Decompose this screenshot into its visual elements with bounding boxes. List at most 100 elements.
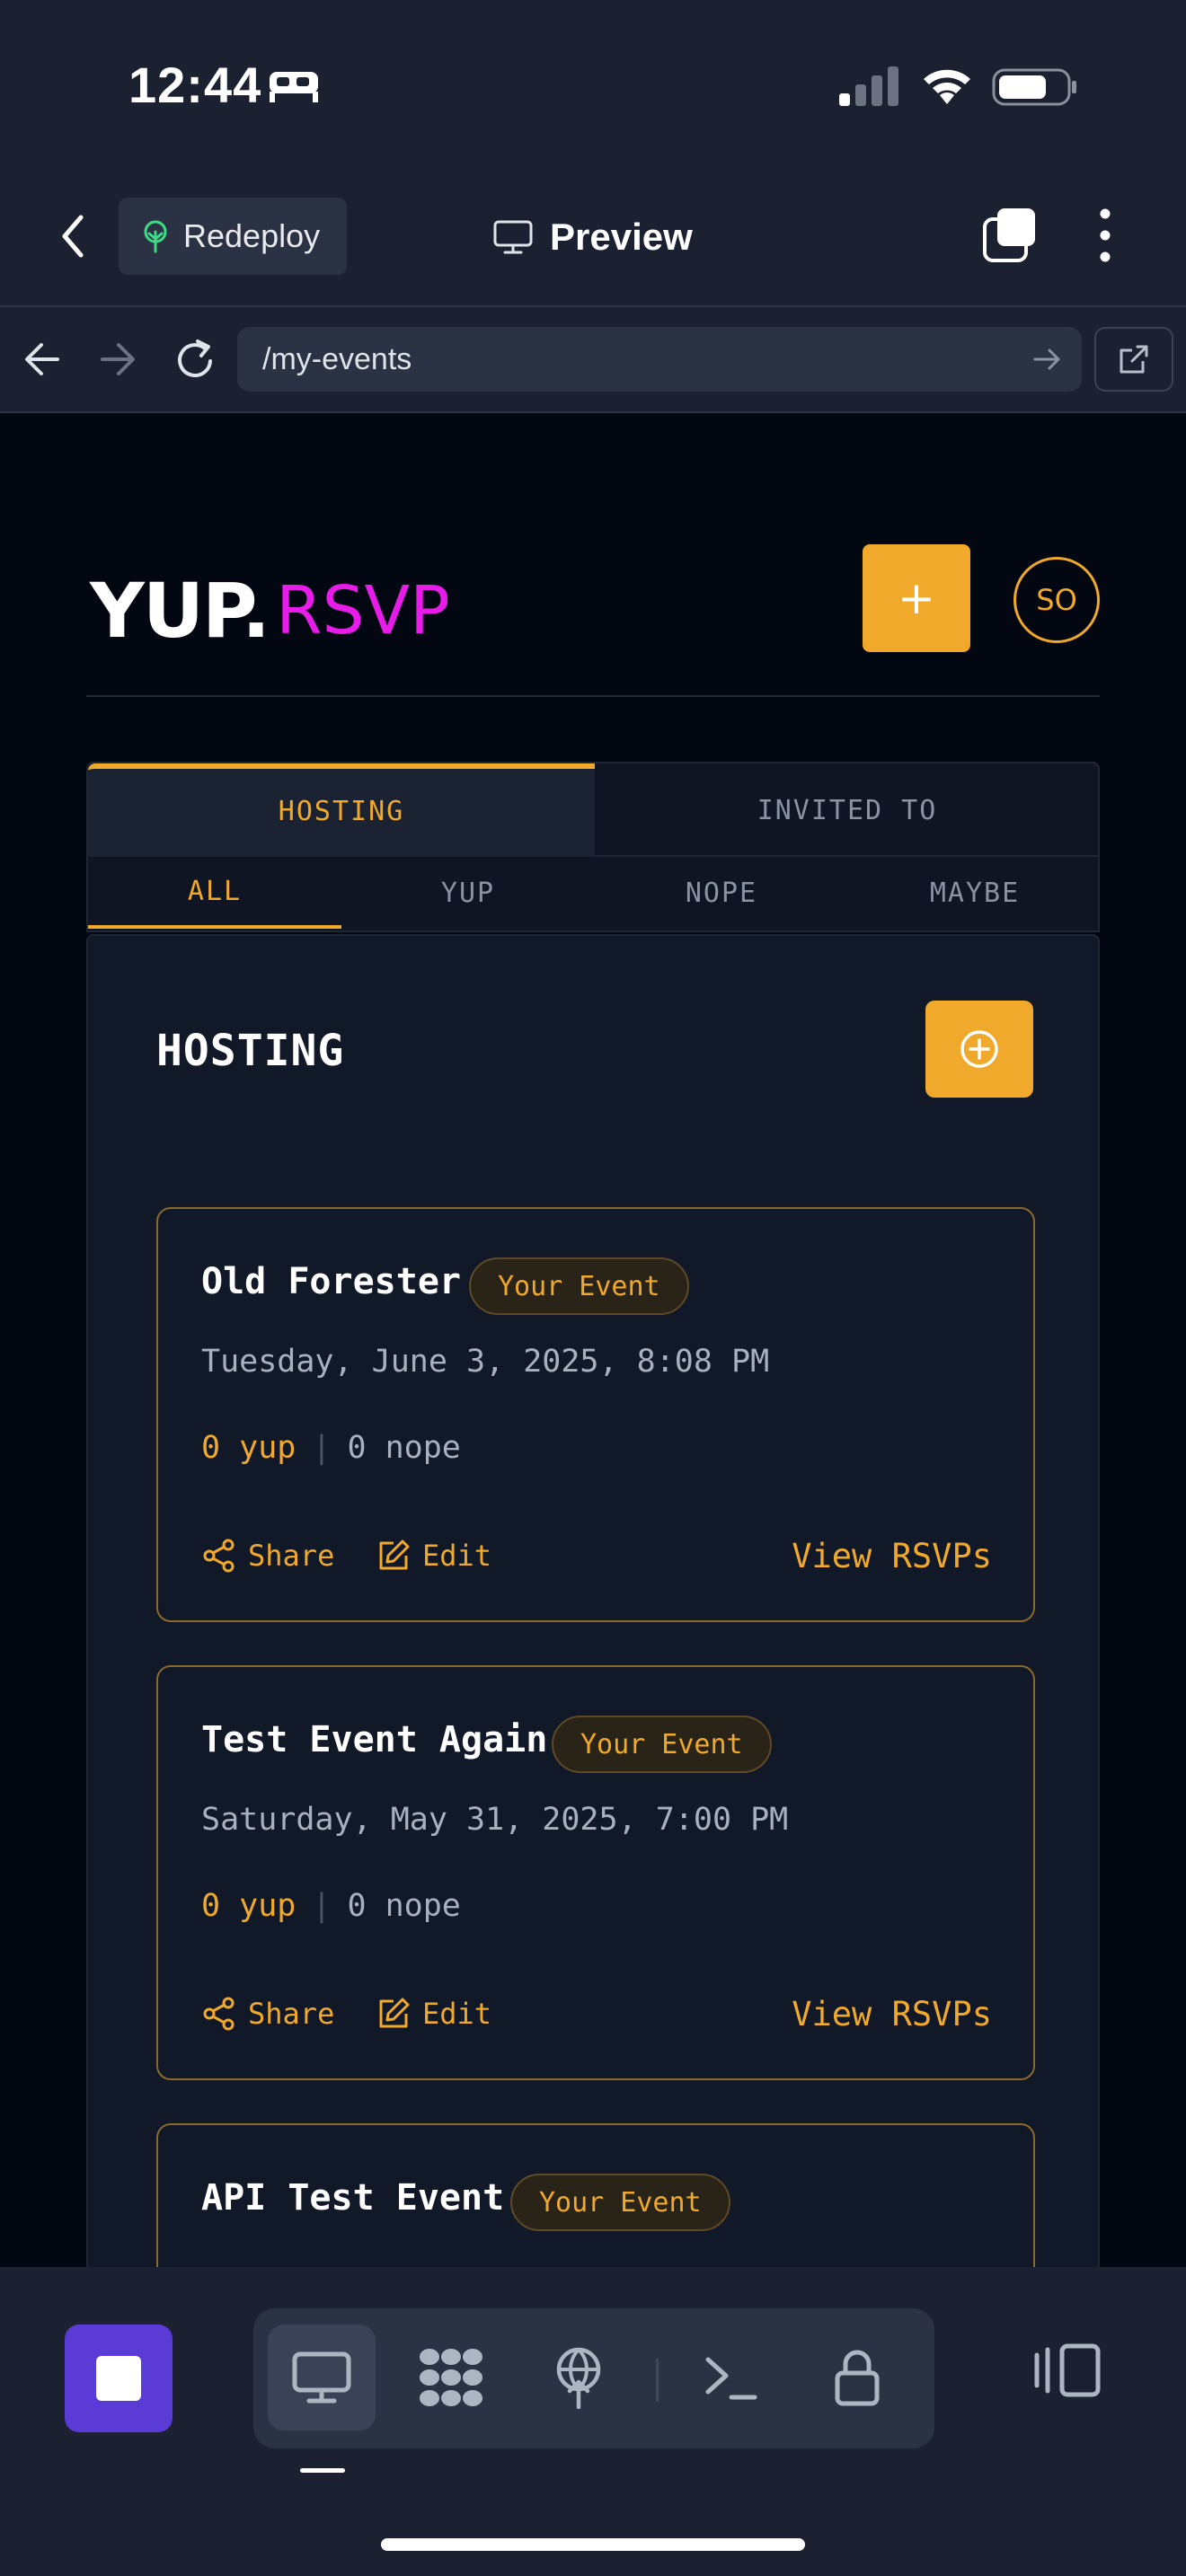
main-tabs: HOSTING INVITED TO [86, 762, 1100, 857]
event-badge: Your Event [510, 2174, 730, 2231]
terminal-tool-button[interactable] [677, 2325, 785, 2430]
count-separator: | [312, 1430, 332, 1466]
external-link-icon [1120, 345, 1148, 374]
subtab-all[interactable]: ALL [88, 857, 341, 929]
share-button[interactable]: Share [201, 1529, 334, 1583]
event-title: API Test Event [201, 2177, 505, 2219]
share-icon [203, 1997, 235, 2031]
hosting-panel: HOSTING Old Forester Your Event Tuesday,… [86, 934, 1100, 2267]
terminal-icon [705, 2357, 757, 2400]
status-time: 12:44 [128, 57, 262, 113]
view-rsvps-button[interactable]: View RSVPs [792, 1987, 992, 2041]
badge-label: Your Event [498, 1270, 660, 1302]
edit-icon [379, 1998, 410, 2028]
monitor-icon [493, 220, 533, 254]
bottom-toolbar [0, 2267, 1186, 2576]
panel-title: HOSTING [156, 1026, 345, 1076]
add-event-button[interactable] [925, 1001, 1033, 1098]
app-chrome: 12:44 Redeploy Preview /my-events [0, 0, 1186, 413]
side-panel-icon[interactable] [1031, 2342, 1103, 2398]
url-field[interactable]: /my-events [237, 327, 1082, 392]
event-card[interactable]: API Test Event Your Event [156, 2123, 1035, 2267]
desktop-tool-button[interactable] [268, 2325, 376, 2430]
event-title: Old Forester [201, 1261, 461, 1302]
event-badge: Your Event [552, 1716, 772, 1773]
yup-count: 0 yup [201, 1888, 296, 1924]
filter-tabs: ALL YUP NOPE MAYBE [86, 857, 1100, 932]
avatar[interactable]: SO [1013, 557, 1100, 643]
create-event-button[interactable]: + [863, 544, 970, 652]
share-label: Share [248, 1997, 335, 2031]
grid-tool-button[interactable] [397, 2325, 505, 2430]
battery-icon [992, 68, 1076, 106]
yup-count: 0 yup [201, 1430, 296, 1466]
tab-invited-to[interactable]: INVITED TO [595, 763, 1100, 857]
header-divider [86, 695, 1100, 697]
external-link-button[interactable] [1094, 327, 1173, 392]
nope-count: 0 nope [347, 1888, 461, 1924]
secrets-tool-button[interactable] [803, 2325, 911, 2430]
event-date: Tuesday, June 3, 2025, 8:08 PM [201, 1344, 770, 1380]
preview-title[interactable]: Preview [492, 208, 693, 266]
redeploy-button[interactable]: Redeploy [119, 198, 347, 275]
redeploy-label: Redeploy [183, 217, 321, 254]
avatar-initials: SO [1036, 583, 1077, 617]
nope-count: 0 nope [347, 1430, 461, 1466]
kebab-menu-icon[interactable] [1087, 207, 1123, 264]
share-label: Share [248, 1539, 335, 1573]
tree-icon [144, 220, 167, 253]
publish-tool-button[interactable] [525, 2325, 633, 2430]
badge-label: Your Event [580, 1728, 743, 1760]
event-date: Saturday, May 31, 2025, 7:00 PM [201, 1802, 789, 1838]
home-indicator[interactable] [381, 2538, 805, 2551]
subtab-maybe[interactable]: MAYBE [848, 857, 1102, 929]
tabs-icon[interactable] [981, 207, 1039, 264]
edit-button[interactable]: Edit [376, 1529, 491, 1583]
share-button[interactable]: Share [201, 1987, 334, 2041]
site-logo[interactable]: YUP. RSVP [90, 568, 450, 654]
plus-icon: + [898, 572, 935, 624]
logo-main: YUP. [90, 567, 270, 655]
preview-label: Preview [550, 216, 693, 258]
tab-hosting[interactable]: HOSTING [88, 763, 595, 857]
desktop-icon [292, 2351, 351, 2404]
share-icon [203, 1539, 235, 1573]
subtab-nope[interactable]: NOPE [595, 857, 848, 929]
rsvp-counts: 0 yup | 0 nope [201, 1430, 461, 1466]
tool-group [253, 2308, 934, 2448]
rsvp-counts: 0 yup | 0 nope [201, 1888, 461, 1924]
badge-label: Your Event [539, 2186, 702, 2219]
url-text: /my-events [262, 341, 412, 376]
stop-button[interactable] [65, 2325, 173, 2432]
arrow-right-icon[interactable] [95, 340, 138, 379]
edit-button[interactable]: Edit [376, 1987, 491, 2041]
grid-dots-icon [420, 2349, 482, 2406]
arrow-left-icon[interactable] [22, 340, 65, 379]
plus-circle-icon [960, 1030, 998, 1068]
globe-upload-icon [556, 2347, 601, 2409]
subtab-yup[interactable]: YUP [341, 857, 595, 929]
edit-label: Edit [422, 1997, 492, 2031]
back-chevron-icon[interactable] [56, 212, 92, 260]
view-rsvps-button[interactable]: View RSVPs [792, 1529, 992, 1583]
stop-icon [96, 2356, 141, 2401]
count-separator: | [312, 1888, 332, 1924]
web-content: YUP. RSVP + SO HOSTING INVITED TO ALL YU… [0, 415, 1186, 2267]
go-arrow-icon[interactable] [1031, 345, 1064, 374]
edit-label: Edit [422, 1539, 492, 1573]
event-card[interactable]: Test Event Again Your Event Saturday, Ma… [156, 1665, 1035, 2080]
logo-accent: RSVP [276, 572, 450, 649]
lock-icon [835, 2350, 880, 2406]
edit-icon [379, 1539, 410, 1570]
event-actions: Share Edit View RSVPs [201, 1987, 992, 2041]
event-badge: Your Event [469, 1257, 689, 1315]
active-tool-indicator [300, 2468, 345, 2473]
bed-icon [270, 72, 318, 102]
event-title: Test Event Again [201, 1719, 548, 1760]
status-bar: 12:44 [0, 0, 1186, 171]
wifi-icon [924, 69, 970, 104]
event-actions: Share Edit View RSVPs [201, 1529, 992, 1583]
signal-icon [839, 66, 898, 106]
reload-icon[interactable] [173, 334, 219, 384]
event-card[interactable]: Old Forester Your Event Tuesday, June 3,… [156, 1207, 1035, 1622]
